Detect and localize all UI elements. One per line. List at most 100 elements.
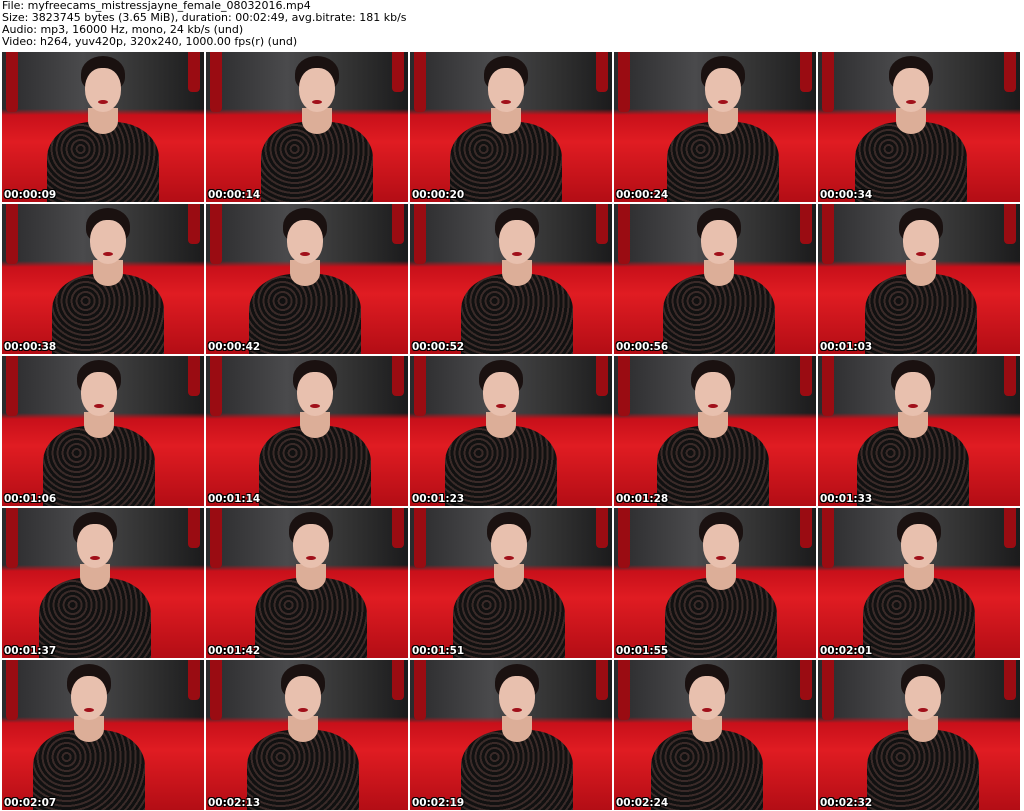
figure-lips [702, 708, 712, 712]
background-decor [596, 508, 608, 548]
background-decor [822, 660, 834, 720]
figure-body [865, 274, 977, 354]
background-decor [188, 52, 200, 92]
figure-face [285, 676, 321, 720]
background-decor [6, 660, 18, 720]
file-info-header: File: myfreecams_mistressjayne_female_08… [2, 0, 1002, 50]
video-thumbnail: 00:00:09 [2, 52, 204, 202]
thumbnail-timestamp: 00:00:52 [412, 341, 465, 353]
figure-body [43, 426, 155, 506]
figure-lips [714, 252, 724, 256]
background-decor [188, 204, 200, 244]
background-decor [188, 660, 200, 700]
figure-lips [98, 100, 108, 104]
figure-body [665, 578, 777, 658]
figure-face [689, 676, 725, 720]
video-thumbnail: 00:01:06 [2, 356, 204, 506]
video-thumbnail: 00:01:55 [614, 508, 816, 658]
figure-body [247, 730, 359, 810]
figure-body [450, 122, 562, 202]
thumbnail-timestamp: 00:01:06 [4, 493, 57, 505]
figure-lips [298, 708, 308, 712]
background-decor [392, 508, 404, 548]
video-info: Video: h264, yuv420p, 320x240, 1000.00 f… [2, 35, 298, 48]
figure-body [261, 122, 373, 202]
figure-face [499, 220, 535, 264]
video-thumbnail: 00:02:07 [2, 660, 204, 810]
figure-face [90, 220, 126, 264]
figure-face [895, 372, 931, 416]
figure-lips [708, 404, 718, 408]
figure-body [867, 730, 979, 810]
figure-lips [716, 556, 726, 560]
figure-body [255, 578, 367, 658]
figure-lips [90, 556, 100, 560]
thumbnail-timestamp: 00:01:33 [820, 493, 873, 505]
figure-lips [103, 252, 113, 256]
figure-face [293, 524, 329, 568]
video-thumbnail: 00:01:14 [206, 356, 408, 506]
video-thumbnail: 00:01:37 [2, 508, 204, 658]
thumbnail-timestamp: 00:00:14 [208, 189, 261, 201]
background-decor [1004, 508, 1016, 548]
figure-lips [300, 252, 310, 256]
figure-lips [504, 556, 514, 560]
background-decor [800, 508, 812, 548]
video-thumbnail: 00:02:19 [410, 660, 612, 810]
figure-body [52, 274, 164, 354]
thumbnail-timestamp: 00:02:07 [4, 797, 57, 809]
thumbnail-timestamp: 00:00:38 [4, 341, 57, 353]
video-thumbnail: 00:01:51 [410, 508, 612, 658]
thumbnail-timestamp: 00:00:24 [616, 189, 669, 201]
background-decor [618, 660, 630, 720]
background-decor [6, 356, 18, 416]
background-decor [1004, 52, 1016, 92]
figure-lips [512, 708, 522, 712]
background-decor [210, 52, 222, 112]
background-decor [414, 52, 426, 112]
figure-lips [718, 100, 728, 104]
background-decor [414, 356, 426, 416]
background-decor [596, 356, 608, 396]
figure-face [77, 524, 113, 568]
figure-body [259, 426, 371, 506]
background-decor [596, 660, 608, 700]
background-decor [822, 52, 834, 112]
video-thumbnail: 00:02:13 [206, 660, 408, 810]
background-decor [392, 660, 404, 700]
video-thumbnail: 00:01:03 [818, 204, 1020, 354]
background-decor [596, 52, 608, 92]
thumbnail-timestamp: 00:02:32 [820, 797, 873, 809]
figure-lips [918, 708, 928, 712]
figure-face [695, 372, 731, 416]
figure-face [71, 676, 107, 720]
background-decor [800, 660, 812, 700]
figure-body [657, 426, 769, 506]
thumbnail-timestamp: 00:01:37 [4, 645, 57, 657]
background-decor [6, 52, 18, 112]
figure-face [488, 68, 524, 112]
background-decor [822, 508, 834, 568]
video-thumbnail: 00:01:23 [410, 356, 612, 506]
thumbnail-timestamp: 00:02:19 [412, 797, 465, 809]
figure-lips [501, 100, 511, 104]
figure-face [703, 524, 739, 568]
background-decor [6, 508, 18, 568]
figure-body [667, 122, 779, 202]
thumbnail-timestamp: 00:01:28 [616, 493, 669, 505]
figure-face [705, 68, 741, 112]
background-decor [1004, 204, 1016, 244]
figure-face [701, 220, 737, 264]
video-thumbnail: 00:01:28 [614, 356, 816, 506]
background-decor [596, 204, 608, 244]
video-thumbnail: 00:00:20 [410, 52, 612, 202]
video-thumbnail: 00:00:14 [206, 52, 408, 202]
figure-lips [496, 404, 506, 408]
background-decor [822, 356, 834, 416]
figure-body [453, 578, 565, 658]
thumbnail-timestamp: 00:01:14 [208, 493, 261, 505]
background-decor [618, 356, 630, 416]
background-decor [210, 356, 222, 416]
figure-body [47, 122, 159, 202]
thumbnail-timestamp: 00:00:34 [820, 189, 873, 201]
